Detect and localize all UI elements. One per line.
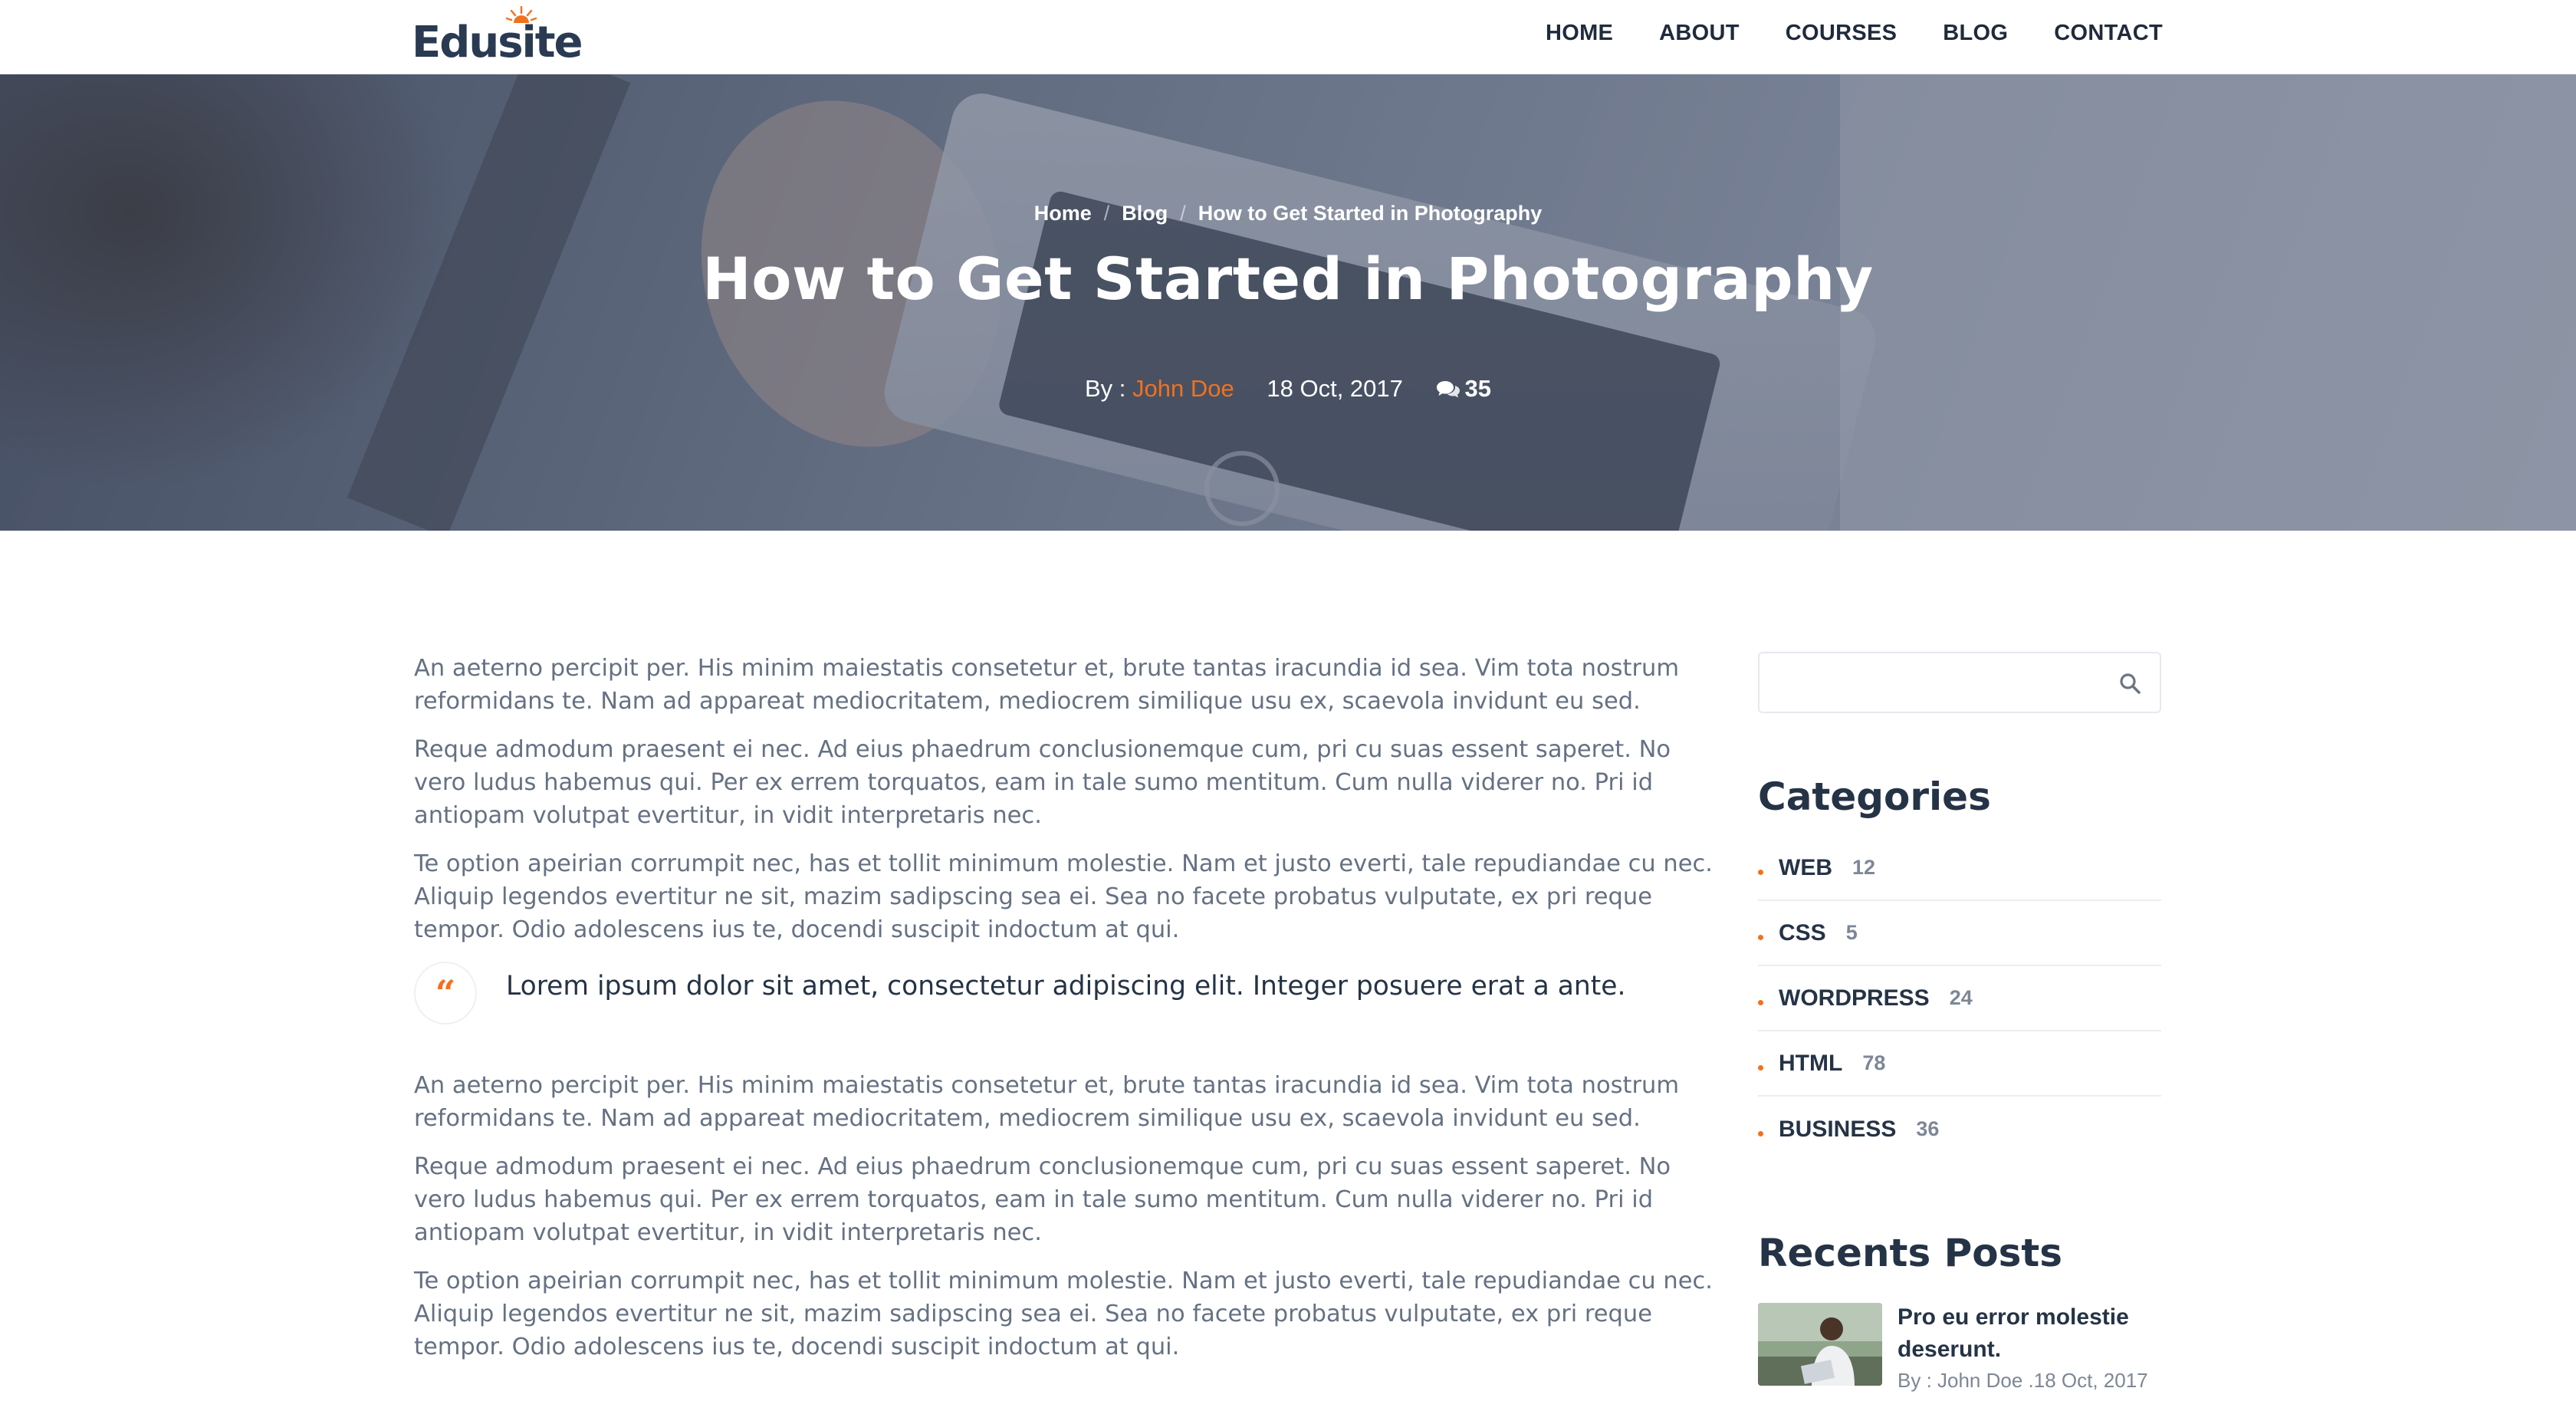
search-icon[interactable] [2118, 672, 2141, 695]
nav-about-link[interactable]: ABOUT [1659, 21, 1740, 46]
nav-home-link[interactable]: HOME [1546, 21, 1613, 46]
main-nav: HOME ABOUT COURSES BLOG CONTACT [1546, 0, 2163, 66]
bullet-icon [1758, 1131, 1763, 1136]
search-input[interactable] [1760, 653, 2097, 712]
author-link[interactable]: John Doe [1132, 375, 1234, 402]
recent-post-thumbnail[interactable] [1758, 1303, 1882, 1386]
article-paragraph: An aeterno percipit per. His minim maies… [414, 655, 1680, 715]
category-name: WEB [1779, 854, 1832, 880]
site-header: Edusite HOME ABOUT COURSES BLOG CONTACT [0, 0, 2576, 74]
article-paragraph: Reque admodum praesent ei nec. Ad eius p… [414, 736, 1671, 829]
breadcrumb-blog-link[interactable]: Blog [1122, 202, 1168, 225]
categories-list: WEB 12 CSS 5 WORDPRESS 24 HTML 78 BUSINESS 36 [1758, 836, 2161, 1162]
recent-post-item[interactable]: Pro eu error molestie deserunt. By : Joh… [1758, 1303, 2161, 1395]
recent-post-title[interactable]: Pro eu error molestie deserunt. [1898, 1304, 2129, 1362]
sun-icon [506, 6, 537, 23]
breadcrumb-home-link[interactable]: Home [1034, 202, 1092, 225]
category-item[interactable]: CSS 5 [1758, 901, 2161, 966]
category-count: 24 [1949, 986, 1973, 1009]
site-logo[interactable]: Edusite [412, 6, 583, 67]
category-count: 12 [1852, 856, 1876, 879]
comments-count: 35 [1464, 375, 1491, 402]
category-item[interactable]: HTML 78 [1758, 1031, 2161, 1097]
category-name: HTML [1779, 1050, 1843, 1076]
category-name: BUSINESS [1779, 1116, 1897, 1142]
page-title: How to Get Started in Photography [702, 245, 1874, 313]
article-paragraph: Te option apeirian corrumpit nec, has et… [414, 1268, 1713, 1360]
breadcrumb-separator: / [1103, 202, 1110, 225]
bullet-icon [1758, 1000, 1763, 1005]
recent-posts-title: Recents Posts [1758, 1231, 2063, 1275]
hero-banner: Home / Blog / How to Get Started in Photogra… [0, 74, 2576, 531]
recent-post-meta: By : John Doe .18 Oct, 2017 [1898, 1369, 2148, 1392]
categories-title: Categories [1758, 775, 1991, 819]
category-count: 5 [1845, 921, 1858, 944]
search-box [1758, 652, 2161, 713]
by-label: By : [1085, 375, 1126, 402]
bullet-icon [1758, 870, 1763, 875]
bullet-icon [1758, 935, 1763, 940]
article-paragraph: Te option apeirian corrumpit nec, has et… [414, 850, 1713, 943]
comments-icon [1436, 381, 1460, 398]
quote-text: Lorem ipsum dolor sit amet, consectetur … [506, 971, 1626, 1002]
sidebar: Categories WEB 12 CSS 5 WORDPRESS 24 HTML 78… [1758, 652, 2161, 1395]
comments-link[interactable]: 35 [1436, 375, 1491, 402]
breadcrumb: Home / Blog / How to Get Started in Photogra… [0, 202, 2576, 225]
logo-text: Edusite [412, 18, 583, 67]
quote-icon: “ [414, 962, 477, 1025]
category-item[interactable]: WORDPRESS 24 [1758, 966, 2161, 1031]
breadcrumb-current: How to Get Started in Photography [1198, 202, 1543, 225]
category-count: 78 [1862, 1051, 1886, 1074]
article-paragraph: Reque admodum praesent ei nec. Ad eius p… [414, 1153, 1671, 1246]
nav-blog-link[interactable]: BLOG [1943, 21, 2008, 46]
recent-post-info: Pro eu error molestie deserunt. By : Joh… [1898, 1301, 2161, 1393]
category-name: WORDPRESS [1779, 985, 1930, 1011]
category-item[interactable]: WEB 12 [1758, 836, 2161, 901]
post-meta: By : John Doe 18 Oct, 2017 35 [0, 375, 2576, 403]
category-count: 36 [1916, 1117, 1940, 1140]
nav-courses-link[interactable]: COURSES [1786, 21, 1898, 46]
breadcrumb-separator: / [1180, 202, 1186, 225]
article-paragraph: An aeterno percipit per. His minim maies… [414, 1072, 1680, 1132]
category-name: CSS [1779, 919, 1826, 946]
category-item[interactable]: BUSINESS 36 [1758, 1097, 2161, 1162]
blockquote: “ Lorem ipsum dolor sit amet, consectetu… [414, 962, 1717, 1069]
bullet-icon [1758, 1065, 1763, 1071]
post-date: 18 Oct, 2017 [1267, 375, 1403, 402]
nav-contact-link[interactable]: CONTACT [2054, 21, 2163, 46]
article-body: An aeterno percipit per. His minim maies… [414, 652, 1717, 1379]
